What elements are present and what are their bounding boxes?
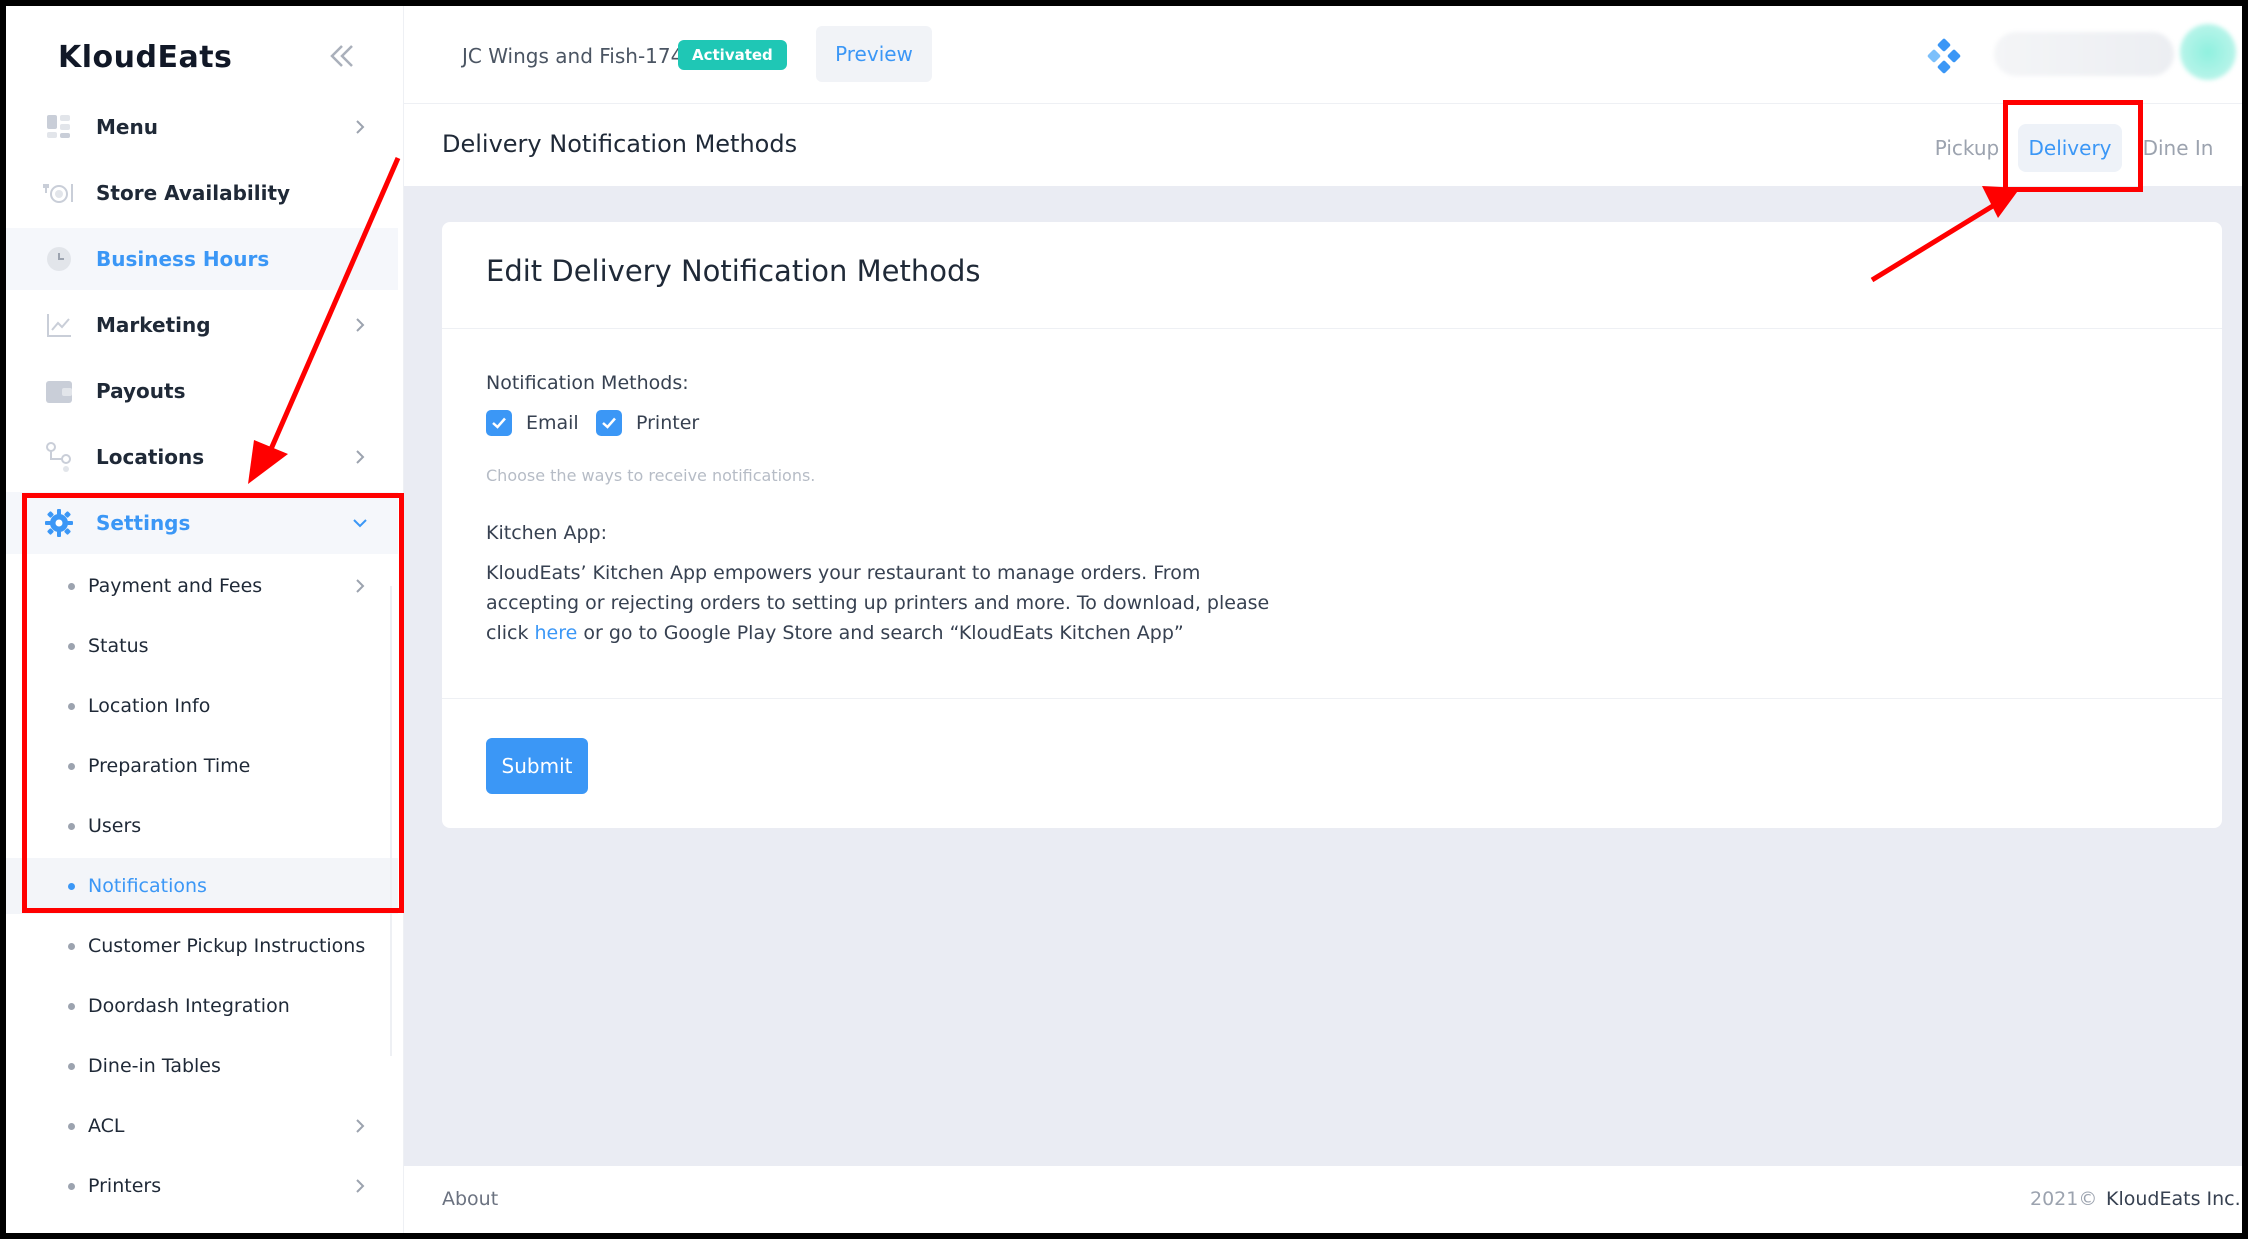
page-header: Delivery Notification Methods Pickup Del… [404,104,2242,186]
sidebar-subitem-doordash-integration[interactable]: Doordash Integration [6,978,398,1034]
kitchen-app-text-2: or go to Google Play Store and search “K… [583,622,1184,644]
wallet-icon [42,374,76,408]
about-link[interactable]: About [442,1188,498,1210]
sidebar-item-business-hours[interactable]: Business Hours [6,228,398,290]
sidebar-item-marketing[interactable]: Marketing [6,294,398,356]
annotation-highlight-settings [22,493,404,913]
menu-grid-icon [42,110,76,144]
email-checkbox-label[interactable]: Email [526,412,579,434]
bullet-icon [68,1062,75,1070]
sidebar-item-menu[interactable]: Menu [6,96,398,158]
sidebar-item-label: Payouts [96,379,186,403]
dining-icon [42,176,76,210]
sidebar-item-label: Business Hours [96,247,270,271]
chevron-right-icon [356,318,365,332]
sidebar-item-label: Menu [96,115,158,139]
sidebar-item-store-availability[interactable]: Store Availability [6,162,398,224]
location-nodes-icon [42,440,76,474]
sidebar-subitem-label: ACL [88,1115,125,1137]
sidebar-subitem-label: Printers [88,1175,162,1197]
main-content: Edit Delivery Notification Methods Notif… [404,186,2242,1166]
footer: About 2021© KloudEats Inc. [404,1166,2242,1233]
app-window: KloudEats Menu Store Availability Busine… [6,6,2242,1233]
checkmark-icon [602,417,616,429]
chevron-right-icon [356,120,365,134]
submit-button[interactable]: Submit [486,738,588,794]
sidebar-item-label: Locations [96,445,205,469]
notification-methods-label: Notification Methods: [486,372,689,394]
sidebar-subitem-label: Dine-in Tables [88,1055,221,1077]
sidebar-subitem-printers[interactable]: Printers [6,1158,398,1214]
kitchen-app-description: KloudEats’ Kitchen App empowers your res… [486,558,1286,648]
page-title: Delivery Notification Methods [442,130,798,158]
bullet-icon [68,942,75,950]
sidebar-item-label: Marketing [96,313,211,337]
printer-checkbox[interactable] [596,410,622,436]
sidebar-item-payouts[interactable]: Payouts [6,360,398,422]
notification-hint: Choose the ways to receive notifications… [486,466,816,485]
divider [442,698,2222,699]
brand-logo: KloudEats [58,40,233,75]
status-badge: Activated [678,40,787,70]
sidebar-subitem-dine-in-tables[interactable]: Dine-in Tables [6,1038,398,1094]
kloudeats-logo-icon [1927,38,1961,74]
sidebar-item-label: Store Availability [96,181,291,205]
bullet-icon [68,1122,75,1130]
preview-button[interactable]: Preview [816,26,932,82]
chart-line-icon [42,308,76,342]
sidebar-subitem-customer-pickup-instructions[interactable]: Customer Pickup Instructions [6,918,398,974]
kitchen-app-label: Kitchen App: [486,522,607,544]
card-title: Edit Delivery Notification Methods [486,254,981,288]
collapse-sidebar-icon[interactable] [324,38,360,74]
chevron-right-icon [356,450,365,464]
email-checkbox[interactable] [486,410,512,436]
sidebar-subitem-label: Customer Pickup Instructions [88,935,366,957]
copyright-year: 2021© [2030,1188,2098,1210]
checkmark-icon [492,417,506,429]
chevron-right-icon [356,1179,365,1193]
printer-checkbox-label[interactable]: Printer [636,412,699,434]
tab-dine-in[interactable]: Dine In [2138,124,2218,172]
sidebar-item-locations[interactable]: Locations [6,426,398,488]
user-menu[interactable] [1994,32,2174,76]
sidebar-subitem-acl[interactable]: ACL [6,1098,398,1154]
kitchen-app-download-link[interactable]: here [535,622,578,644]
copyright-company: KloudEats Inc. [2106,1188,2241,1210]
tab-pickup[interactable]: Pickup [1932,124,2002,172]
store-name: JC Wings and Fish-174 [462,44,684,68]
divider [442,328,2222,329]
sidebar-subitem-label: Doordash Integration [88,995,290,1017]
bullet-icon [68,1182,75,1190]
topbar: JC Wings and Fish-174 Activated Preview [404,6,2242,104]
bullet-icon [68,1002,75,1010]
notification-methods-card: Edit Delivery Notification Methods Notif… [442,222,2222,828]
avatar[interactable] [2180,24,2236,80]
annotation-highlight-delivery-tab [2003,100,2143,192]
clock-icon [42,242,76,276]
chevron-right-icon [356,1119,365,1133]
